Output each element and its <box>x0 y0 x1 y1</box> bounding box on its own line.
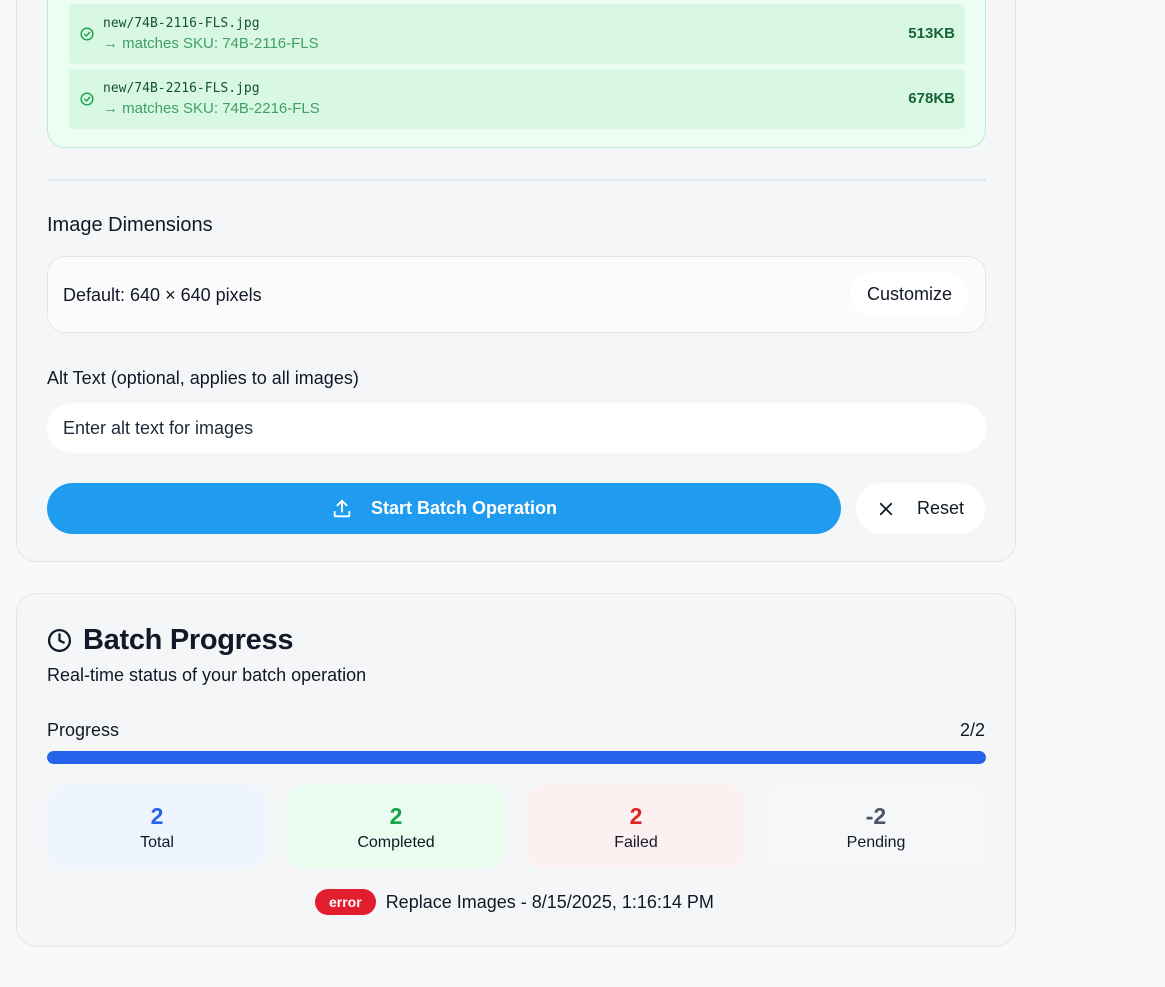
batch-operation-card: new/74B-2116-FLS.jpg → matches SKU: 74B-… <box>16 0 1016 562</box>
customize-button[interactable]: Customize <box>850 273 969 316</box>
dimensions-box: Default: 640 × 640 pixels Customize <box>47 256 986 333</box>
reset-button[interactable]: Reset <box>856 483 985 534</box>
progress-count: 2/2 <box>959 720 985 740</box>
batch-progress-header: Batch Progress <box>47 624 293 657</box>
stat-completed-value: 2 <box>389 803 403 829</box>
reset-label: Reset <box>916 498 965 518</box>
file-match: → matches SKU: 74B-2216-FLS <box>103 100 320 117</box>
upload-icon <box>333 499 351 517</box>
default-dimensions: Default: 640 × 640 pixels <box>63 285 262 305</box>
progress-label: Progress <box>47 720 120 740</box>
progress-bar <box>47 751 986 764</box>
file-match: → matches SKU: 74B-2116-FLS <box>103 35 319 52</box>
stat-failed: 2 Failed <box>526 784 746 869</box>
stat-pending: -2 Pending <box>766 784 986 869</box>
stat-pending-value: -2 <box>865 803 887 829</box>
operation-log-entry: error Replace Images - 8/15/2025, 1:16:1… <box>315 889 714 915</box>
stat-pending-label: Pending <box>846 834 906 851</box>
progress-bar-fill <box>47 751 986 764</box>
batch-progress-title: Batch Progress <box>83 624 294 656</box>
batch-progress-card: Batch Progress Real-time status of your … <box>16 593 1016 947</box>
file-name: new/74B-2216-FLS.jpg <box>103 81 260 96</box>
stat-total-value: 2 <box>150 803 164 829</box>
stat-failed-label: Failed <box>614 834 658 851</box>
alt-text-input[interactable] <box>47 403 986 453</box>
stat-completed-label: Completed <box>357 834 435 851</box>
alt-text-label: Alt Text (optional, applies to all image… <box>47 368 359 388</box>
file-size: 678KB <box>908 90 955 107</box>
close-icon <box>879 502 893 515</box>
stat-completed: 2 Completed <box>286 784 506 869</box>
status-badge: error <box>315 889 376 915</box>
check-circle-icon <box>80 27 94 41</box>
file-row: new/74B-2216-FLS.jpg → matches SKU: 74B-… <box>69 69 965 129</box>
file-size: 513KB <box>908 25 955 42</box>
start-batch-button[interactable]: Start Batch Operation <box>47 483 841 534</box>
file-name: new/74B-2116-FLS.jpg <box>103 16 260 31</box>
stat-total-label: Total <box>140 834 174 851</box>
clock-icon <box>47 628 72 653</box>
batch-progress-subtitle: Real-time status of your batch operation <box>47 665 367 685</box>
stat-failed-value: 2 <box>629 803 643 829</box>
file-row: new/74B-2116-FLS.jpg → matches SKU: 74B-… <box>69 4 965 64</box>
section-divider <box>47 179 986 181</box>
check-circle-icon <box>80 92 94 106</box>
start-batch-label: Start Batch Operation <box>370 498 558 518</box>
image-dimensions-title: Image Dimensions <box>47 214 213 236</box>
stat-total: 2 Total <box>47 784 267 869</box>
log-text: Replace Images - 8/15/2025, 1:16:14 PM <box>385 891 714 912</box>
matched-files-list: new/74B-2116-FLS.jpg → matches SKU: 74B-… <box>47 0 986 148</box>
